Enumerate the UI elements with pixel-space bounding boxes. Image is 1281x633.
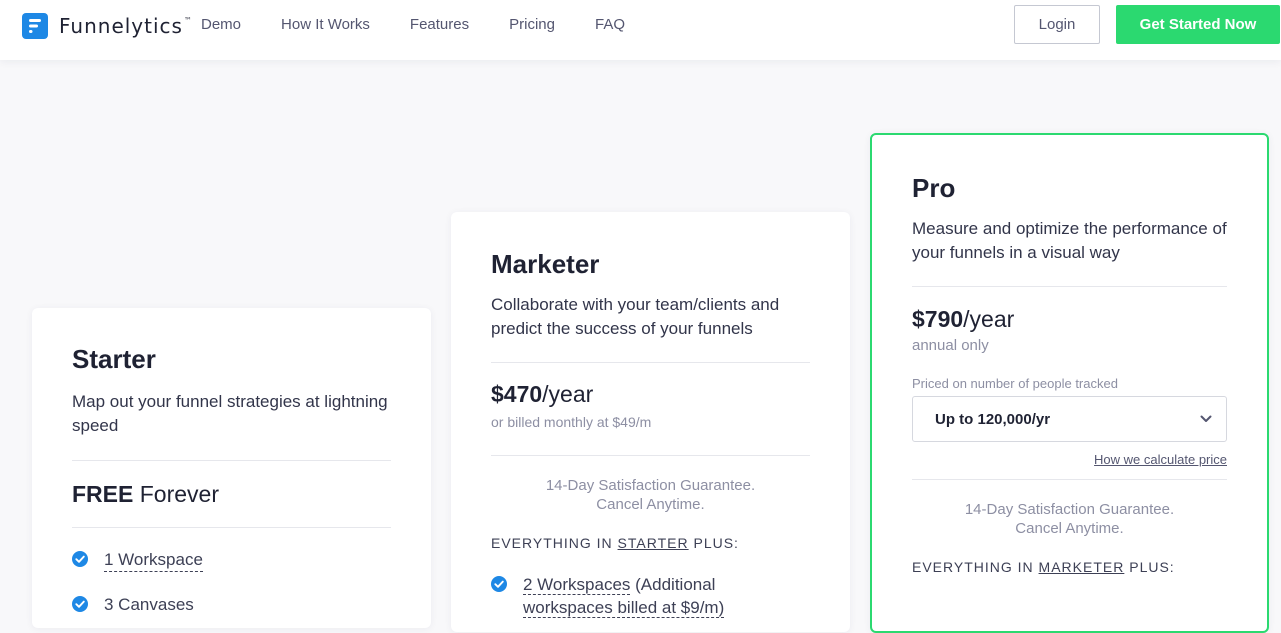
- plan-card-pro: Pro Measure and optimize the performance…: [870, 133, 1269, 633]
- feature-item: 2 Workspaces (Additional workspaces bill…: [491, 573, 810, 619]
- nav-demo[interactable]: Demo: [201, 16, 241, 34]
- price-period: Forever: [133, 481, 219, 507]
- nav-how-it-works[interactable]: How It Works: [281, 16, 370, 34]
- plan-card-marketer: Marketer Collaborate with your team/clie…: [451, 212, 850, 632]
- price-period: /year: [963, 306, 1015, 332]
- feature-item: 3 Canvases: [72, 593, 391, 616]
- divider: [912, 479, 1227, 480]
- heading-text: EVERYTHING IN: [491, 535, 618, 551]
- how-we-calculate-link[interactable]: How we calculate price: [912, 452, 1227, 467]
- marketer-plan-link[interactable]: MARKETER: [1039, 559, 1125, 575]
- plan-card-starter: Starter Map out your funnel strategies a…: [32, 308, 431, 628]
- plan-name: Starter: [72, 344, 156, 374]
- plan-name: Marketer: [491, 249, 600, 279]
- funnelytics-logo-icon: [22, 13, 48, 39]
- feature-canvases: 3 Canvases: [104, 595, 194, 614]
- everything-in-heading: EVERYTHING IN MARKETER PLUS:: [912, 558, 1227, 576]
- divider: [491, 362, 810, 363]
- heading-text: EVERYTHING IN: [912, 559, 1039, 575]
- plan-description: Measure and optimize the performance of …: [912, 219, 1227, 262]
- nav-features[interactable]: Features: [410, 16, 469, 34]
- tracked-label: Priced on number of people tracked: [912, 376, 1118, 391]
- heading-text: PLUS:: [1124, 559, 1175, 575]
- divider: [72, 460, 391, 461]
- plan-price: FREE Forever: [72, 480, 391, 508]
- select-value: Up to 120,000/yr: [935, 410, 1051, 428]
- nav-pricing[interactable]: Pricing: [509, 16, 555, 34]
- plan-name: Pro: [912, 173, 956, 203]
- divider: [912, 286, 1227, 287]
- guarantee-line: 14-Day Satisfaction Guarantee.: [545, 477, 756, 494]
- login-button[interactable]: Login: [1014, 5, 1100, 44]
- feature-workspaces-link[interactable]: 2 Workspaces: [523, 575, 631, 595]
- everything-in-heading: EVERYTHING IN STARTER PLUS:: [491, 534, 810, 552]
- guarantee-line: Cancel Anytime.: [1015, 520, 1124, 537]
- guarantee-line: Cancel Anytime.: [596, 496, 705, 513]
- guarantee-text: 14-Day Satisfaction Guarantee. Cancel An…: [912, 500, 1227, 538]
- feature-detail: (Additional: [630, 575, 716, 594]
- feature-item: 1 Workspace: [72, 548, 391, 572]
- starter-plan-link[interactable]: STARTER: [618, 535, 689, 551]
- guarantee-text: 14-Day Satisfaction Guarantee. Cancel An…: [491, 476, 810, 514]
- feature-text: 2 Workspaces (Additional workspaces bill…: [523, 573, 725, 619]
- plan-price: $790/year: [912, 305, 1227, 333]
- divider: [72, 527, 391, 528]
- plan-description: Collaborate with your team/clients and p…: [491, 295, 780, 338]
- main-nav: Demo How It Works Features Pricing FAQ: [201, 16, 665, 34]
- price-period: /year: [542, 381, 594, 407]
- price-amount: FREE: [72, 481, 134, 507]
- divider: [491, 455, 810, 456]
- trademark-symbol: ™: [183, 16, 193, 25]
- feature-workspace-link[interactable]: 1 Workspace: [104, 548, 203, 572]
- plan-description: Map out your funnel strategies at lightn…: [72, 392, 388, 435]
- feature-detail: workspaces billed at $9/m): [523, 598, 725, 618]
- price-amount: $790: [912, 306, 964, 332]
- tracked-people-select[interactable]: Up to 120,000/yr: [912, 396, 1227, 442]
- chevron-down-icon: [1200, 415, 1212, 422]
- plan-price: $470/year: [491, 380, 810, 408]
- brand-logo[interactable]: Funnelytics™: [22, 13, 193, 39]
- price-amount: $470: [491, 381, 543, 407]
- nav-faq[interactable]: FAQ: [595, 16, 625, 34]
- billing-note: or billed monthly at $49/m: [491, 414, 652, 430]
- top-navbar: Funnelytics™ Demo How It Works Features …: [0, 0, 1281, 60]
- heading-text: PLUS:: [688, 535, 739, 551]
- billing-note: annual only: [912, 337, 989, 354]
- check-icon: [491, 576, 507, 592]
- check-icon: [72, 596, 88, 612]
- guarantee-line: 14-Day Satisfaction Guarantee.: [964, 501, 1175, 518]
- brand-name: Funnelytics™: [59, 14, 193, 38]
- get-started-button[interactable]: Get Started Now: [1116, 5, 1280, 44]
- check-icon: [72, 551, 88, 567]
